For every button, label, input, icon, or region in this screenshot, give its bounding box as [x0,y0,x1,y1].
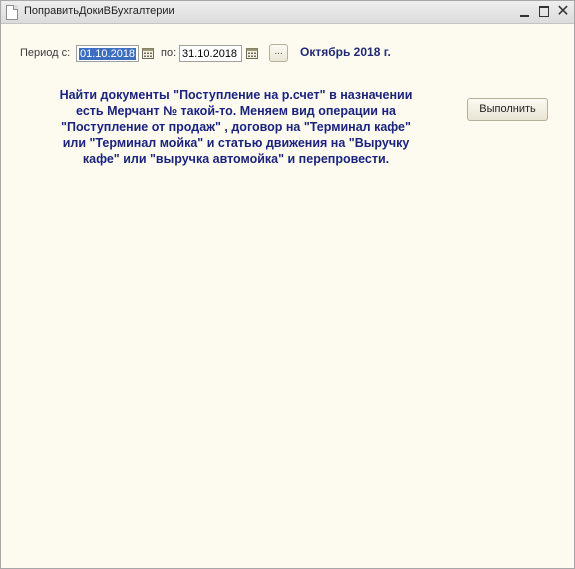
date-from-field[interactable]: 01.10.2018 [76,45,139,62]
description-text: Найти документы "Поступление на р.счет" … [59,88,413,166]
document-icon [6,5,18,20]
close-icon: ✕ [556,2,570,20]
date-from-value: 01.10.2018 [79,48,137,60]
title-bar: ПоправитьДокиВБухгалтерии ✕ [1,1,574,24]
period-text: Октябрь 2018 г. [300,45,391,59]
select-period-button[interactable]: ... [269,44,288,62]
to-label: по: [161,47,177,59]
calendar-icon[interactable] [141,46,155,60]
date-to-value: 31.10.2018 [182,48,238,60]
maximize-button[interactable] [535,2,553,21]
maximize-icon [539,6,549,17]
minimize-button[interactable] [515,2,533,21]
form-window: ПоправитьДокиВБухгалтерии ✕ Период с: 01… [0,0,575,569]
close-button[interactable]: ✕ [554,2,572,21]
date-to-field[interactable]: 31.10.2018 [179,45,242,62]
run-button[interactable]: Выполнить [467,98,548,121]
minimize-icon [519,14,529,17]
calendar-icon[interactable] [245,46,259,60]
period-label: Период с: [20,47,71,59]
window-title: ПоправитьДокиВБухгалтерии [24,5,175,17]
